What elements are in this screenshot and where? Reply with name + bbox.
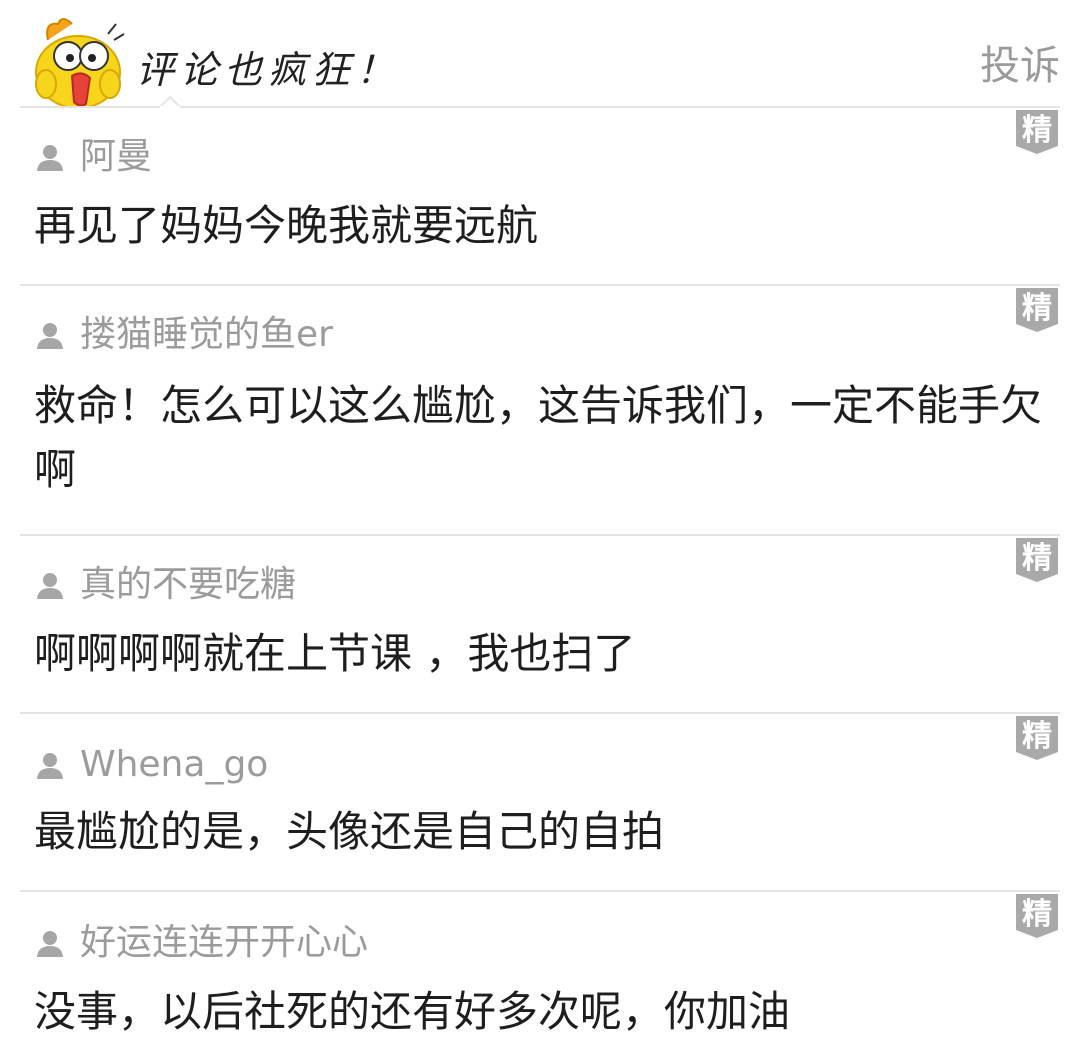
comment-author-name[interactable]: 阿曼 [80, 135, 152, 179]
comment-divider [20, 534, 1060, 536]
user-icon [37, 573, 63, 599]
comment-author-name[interactable]: 真的不要吃糖 [80, 563, 296, 607]
comment-text: 最尴尬的是，头像还是自己的自拍 [34, 807, 665, 856]
featured-badge-label: 精 [1022, 291, 1052, 326]
comment-author-name[interactable]: 搂猫睡觉的鱼er [80, 313, 333, 357]
user-icon [37, 323, 63, 349]
comment-author-row: Whena_go [36, 742, 268, 788]
featured-badge[interactable]: 精 [1016, 288, 1058, 332]
comment-author-name[interactable]: Whena_go [80, 743, 268, 787]
comment-author-row: 好运连连开开心心 [36, 920, 368, 966]
featured-badge-label: 精 [1022, 897, 1052, 932]
comment-author-row: 阿曼 [36, 134, 152, 180]
comment-author-row: 搂猫睡觉的鱼er [36, 312, 333, 358]
user-icon [37, 931, 63, 957]
featured-badge[interactable]: 精 [1016, 894, 1058, 938]
comment-divider [20, 284, 1060, 286]
featured-badge-label: 精 [1022, 719, 1052, 754]
comment-text: 再见了妈妈今晚我就要远航 [34, 201, 539, 250]
comments-page: 评论也疯狂！ 投诉 精 阿曼 再见了妈妈今晚我就要远航 精 搂猫睡觉的鱼er 救… [0, 0, 1080, 1061]
user-icon [37, 753, 63, 779]
comment-text: 啊啊啊啊就在上节课 ，我也扫了 [34, 629, 636, 678]
featured-badge[interactable]: 精 [1016, 538, 1058, 582]
comment-text: 没事，以后社死的还有好多次呢，你加油 [34, 987, 791, 1036]
featured-badge-label: 精 [1022, 541, 1052, 576]
comment-author-name[interactable]: 好运连连开开心心 [80, 921, 368, 965]
divider-notch-icon [160, 96, 180, 108]
comment-divider [20, 712, 1060, 714]
comment-text: 救命！怎么可以这么尴尬，这告诉我们，一定不能手欠啊 [34, 381, 1043, 494]
featured-badge-label: 精 [1022, 113, 1052, 148]
featured-badge[interactable]: 精 [1016, 716, 1058, 760]
comments-header: 评论也疯狂！ 投诉 [0, 0, 1080, 108]
page-title: 评论也疯狂！ [136, 48, 401, 92]
comment-author-row: 真的不要吃糖 [36, 562, 296, 608]
user-icon [37, 145, 63, 171]
featured-badge[interactable]: 精 [1016, 110, 1058, 154]
report-button[interactable]: 投诉 [980, 42, 1060, 90]
yellow-chick-shocked-icon [35, 18, 125, 108]
comment-divider [20, 890, 1060, 892]
